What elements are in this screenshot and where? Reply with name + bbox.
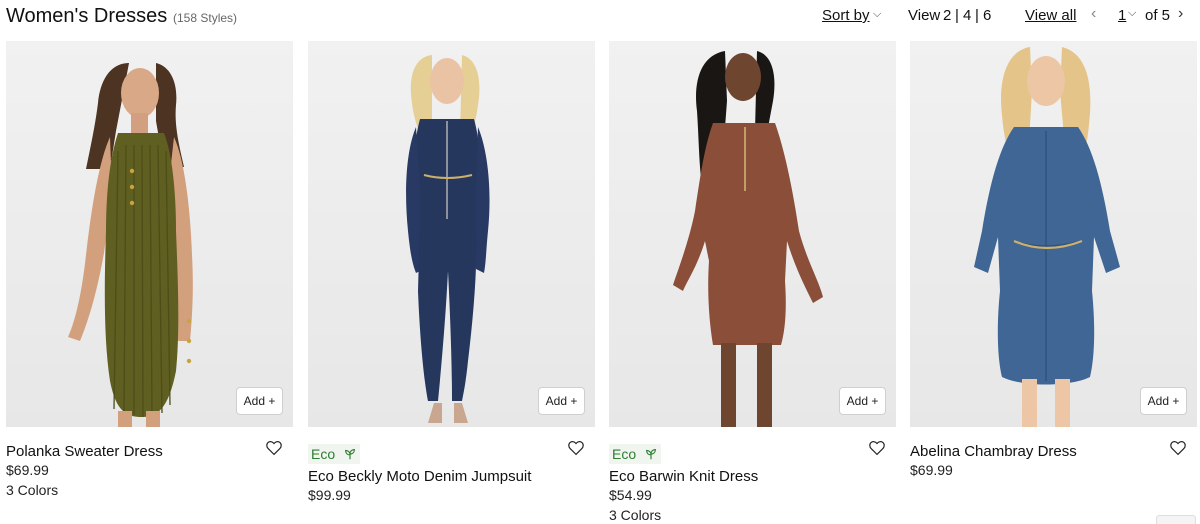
product-price: $69.99 — [6, 462, 49, 478]
leaf-icon — [646, 449, 656, 460]
product-colors[interactable]: 3 Colors — [609, 507, 661, 523]
listing-header: Women's Dresses (158 Styles) Sort by ⌵ V… — [0, 0, 1200, 32]
product-image[interactable]: Add + — [6, 41, 293, 427]
page-title: Women's Dresses — [6, 5, 168, 27]
view-option-2[interactable]: 2 — [943, 7, 951, 24]
add-to-bag-button[interactable]: Add + — [538, 387, 585, 415]
product-colors[interactable]: 3 Colors — [6, 482, 58, 498]
add-to-bag-button[interactable]: Add + — [839, 387, 886, 415]
chevron-down-icon[interactable]: ⌵ — [873, 8, 881, 21]
page-total: of 5 — [1145, 7, 1171, 24]
view-label: View — [908, 7, 941, 24]
heart-icon[interactable] — [265, 439, 283, 457]
product-name[interactable]: Eco Beckly Moto Denim Jumpsuit — [308, 468, 531, 485]
add-to-bag-button[interactable]: Add + — [1140, 387, 1187, 415]
product-card: Add + Eco Eco Beckly Moto Denim Jumpsuit… — [308, 41, 595, 524]
add-to-bag-button[interactable]: Add + — [236, 387, 283, 415]
product-image[interactable]: Add + — [910, 41, 1197, 427]
product-name[interactable]: Abelina Chambray Dress — [910, 443, 1077, 460]
chevron-down-icon[interactable]: ⌵ — [1128, 7, 1136, 20]
heart-icon[interactable] — [868, 439, 886, 457]
eco-badge: Eco — [609, 444, 662, 464]
product-card: Add + Eco Eco Barwin Knit Dress $54.99 3… — [609, 41, 896, 524]
product-card: Add + Abelina Chambray Dress $69.99 — [910, 41, 1197, 524]
sort-by-button[interactable]: Sort by — [822, 7, 870, 24]
product-image[interactable]: Add + — [609, 41, 896, 427]
chat-widget-tab[interactable] — [1156, 515, 1196, 524]
view-all-link[interactable]: View all — [1025, 7, 1076, 24]
product-name[interactable]: Eco Barwin Knit Dress — [609, 468, 758, 485]
view-separator: | — [975, 7, 979, 24]
page-select[interactable]: 1 — [1118, 7, 1126, 24]
product-card: Add + Polanka Sweater Dress $69.99 3 Col… — [6, 41, 293, 524]
view-separator: | — [955, 7, 959, 24]
chevron-right-icon[interactable]: › — [1178, 5, 1183, 23]
product-price: $99.99 — [308, 487, 351, 503]
product-image[interactable]: Add + — [308, 41, 595, 427]
heart-icon[interactable] — [567, 439, 585, 457]
leaf-icon — [345, 449, 355, 460]
eco-badge: Eco — [308, 444, 361, 464]
product-name[interactable]: Polanka Sweater Dress — [6, 443, 163, 460]
heart-icon[interactable] — [1169, 439, 1187, 457]
chevron-left-icon[interactable]: ‹ — [1091, 5, 1096, 23]
view-option-6[interactable]: 6 — [983, 7, 991, 24]
view-option-4[interactable]: 4 — [963, 7, 971, 24]
product-price: $54.99 — [609, 487, 652, 503]
style-count: (158 Styles) — [173, 11, 238, 25]
product-price: $69.99 — [910, 462, 953, 478]
